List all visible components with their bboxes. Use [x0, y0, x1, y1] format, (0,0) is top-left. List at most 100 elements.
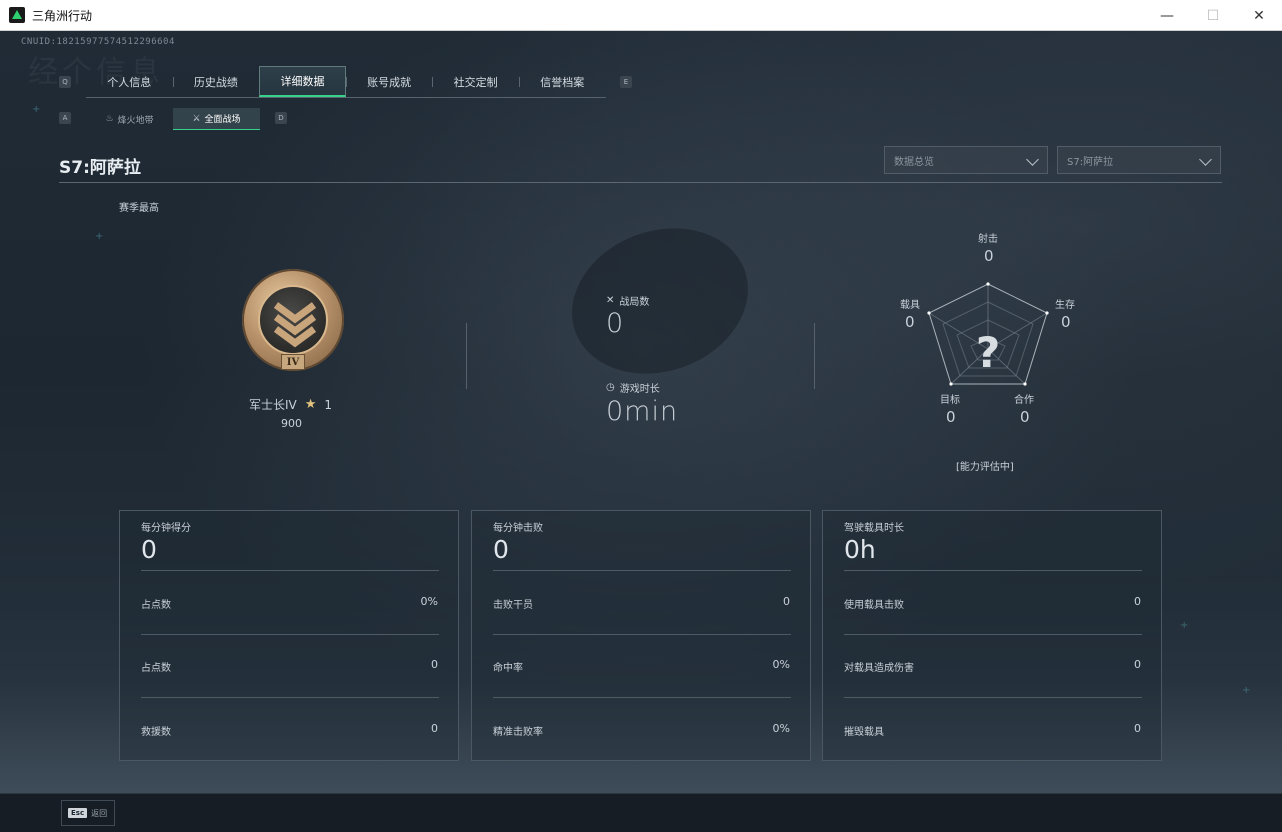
chevron-down-icon [1199, 153, 1212, 166]
subtab-fire-zone[interactable]: ♨ 烽火地带 [86, 108, 173, 130]
decor-cross-icon: + [32, 104, 41, 115]
star-icon: ★ [304, 397, 317, 412]
stat-row-value: 0 [1134, 595, 1141, 608]
stat-row-label: 命中率 [493, 663, 523, 674]
rank-score: 900 [281, 417, 302, 430]
stat-row-value: 0 [431, 658, 438, 671]
radar-axis-objective-label: 目标 [940, 395, 960, 406]
game-viewport: CNUID:18215977574512296604 经个信息 + + + + … [0, 31, 1282, 793]
stat-row-value: 0 [431, 722, 438, 735]
matches-label: 战局数 [619, 297, 650, 308]
tab-detailed-data[interactable]: 详细数据 [259, 66, 346, 97]
panel-title: 每分钟击败 [493, 523, 543, 534]
kills-per-minute-panel: 每分钟击败 0 击败干员 0 命中率 0% 精准击败率 0% [471, 510, 811, 761]
season-dropdown[interactable]: S7:阿萨拉 [1057, 146, 1221, 174]
crossed-swords-icon: ✕ [606, 295, 615, 306]
panel-value: 0h [844, 535, 876, 564]
radar-axis-survival-label: 生存 [1055, 300, 1075, 311]
score-per-minute-panel: 每分钟得分 0 占点数 0% 占点数 0 救援数 0 [119, 510, 459, 761]
rank-name-row: 军士长IV ★ 1 [249, 396, 332, 413]
stat-row-label: 使用载具击败 [844, 600, 904, 611]
matches-value: 0 [606, 308, 625, 339]
season-divider [59, 182, 1222, 183]
window-titlebar: 三角洲行动 — ☐ ✕ [0, 0, 1282, 31]
back-button[interactable]: Esc 返回 [61, 800, 115, 826]
tab-social-customize[interactable]: 社交定制 [432, 66, 519, 97]
tab-prev-key-hint[interactable]: Q [59, 76, 71, 88]
radar-axis-teamwork-label: 合作 [1014, 395, 1034, 406]
subtab-prev-key-hint[interactable]: A [59, 112, 71, 124]
playtime-label: 游戏时长 [619, 384, 660, 395]
season-best-label: 赛季最高 [119, 203, 159, 214]
radar-axis-shooting-label: 射击 [978, 234, 998, 245]
esc-key-icon: Esc [68, 808, 88, 818]
stat-row-value: 0 [1134, 658, 1141, 671]
subtab-label: 烽火地带 [117, 115, 154, 126]
data-type-dropdown[interactable]: 数据总览 [884, 146, 1048, 174]
tab-account-achievements[interactable]: 账号成就 [345, 66, 433, 97]
maximize-button[interactable]: ☐ [1190, 0, 1236, 31]
radar-axis-survival-value: 0 [1061, 313, 1071, 331]
stat-row-label: 击败干员 [493, 600, 533, 611]
panel-title: 驾驶载具时长 [844, 523, 904, 534]
stat-row-label: 摧毁载具 [844, 727, 884, 738]
playtime-value: 0min [606, 396, 679, 427]
decor-cross-icon: + [1242, 685, 1251, 696]
radar-axis-vehicle-label: 载具 [900, 300, 920, 311]
sergeant-chevron-icon [273, 302, 317, 348]
stat-row-value: 0 [1134, 722, 1141, 735]
stat-row-label: 精准击败率 [493, 727, 543, 738]
rank-name: 军士长IV [249, 398, 297, 412]
stat-row-value: 0 [783, 595, 790, 608]
back-label: 返回 [91, 808, 108, 818]
radar-unknown-mark: ? [976, 328, 1000, 377]
chevron-down-icon [1026, 153, 1039, 166]
stat-row-value: 0% [772, 722, 790, 735]
panel-value: 0 [493, 535, 509, 564]
tab-match-history[interactable]: 历史战绩 [172, 66, 260, 97]
clock-icon: ◷ [606, 382, 615, 393]
tab-personal-info[interactable]: 个人信息 [86, 66, 173, 97]
panel-value: 0 [141, 535, 157, 564]
battlefield-icon: ⚔ [192, 113, 201, 124]
stat-row-label: 占点数 [141, 663, 171, 674]
dropdown-selected: S7:阿萨拉 [1067, 156, 1114, 168]
rank-stars: 1 [324, 397, 333, 412]
user-uid: CNUID:18215977574512296604 [21, 37, 175, 47]
subtab-label: 全面战场 [204, 115, 241, 125]
stat-row-value: 0% [772, 658, 790, 671]
tab-next-key-hint[interactable]: E [620, 76, 632, 88]
ability-radar-chart: ? [927, 282, 1049, 386]
section-divider [466, 323, 467, 389]
tab-credit-record[interactable]: 信誉档案 [518, 66, 606, 97]
ability-status: [能力评估中] [956, 462, 1014, 473]
footer-bar: Esc 返回 [0, 793, 1282, 832]
subtab-next-key-hint[interactable]: D [275, 112, 287, 124]
radar-axis-shooting-value: 0 [984, 247, 994, 265]
stat-row-label: 救援数 [141, 727, 171, 738]
window-controls: — ☐ ✕ [1144, 0, 1282, 31]
dropdown-selected: 数据总览 [894, 156, 934, 168]
minimize-button[interactable]: — [1144, 0, 1190, 31]
radar-axis-vehicle-value: 0 [905, 313, 915, 331]
subtab-full-battlefield[interactable]: ⚔ 全面战场 [173, 108, 260, 130]
matches-label-row: ✕ 战局数 [606, 293, 649, 308]
radar-axis-teamwork-value: 0 [1020, 408, 1030, 426]
stat-row-label: 对载具造成伤害 [844, 663, 914, 674]
fire-zone-icon: ♨ [105, 114, 114, 124]
decor-cross-icon: + [95, 231, 104, 242]
stat-row-label: 占点数 [141, 600, 171, 611]
playtime-label-row: ◷ 游戏时长 [606, 380, 660, 395]
section-divider [814, 323, 815, 389]
stat-row-value: 0% [420, 595, 438, 608]
app-logo-icon [9, 7, 25, 23]
rank-badge-icon: IV [242, 269, 344, 371]
rank-tier-numeral: IV [281, 354, 305, 370]
background-radar-dish [551, 204, 769, 398]
decor-cross-icon: + [1180, 620, 1189, 631]
season-title: S7:阿萨拉 [59, 158, 141, 178]
radar-axis-objective-value: 0 [946, 408, 956, 426]
vehicle-time-panel: 驾驶载具时长 0h 使用载具击败 0 对载具造成伤害 0 摧毁载具 0 [822, 510, 1162, 761]
window-title: 三角洲行动 [32, 8, 93, 23]
close-button[interactable]: ✕ [1236, 0, 1282, 31]
